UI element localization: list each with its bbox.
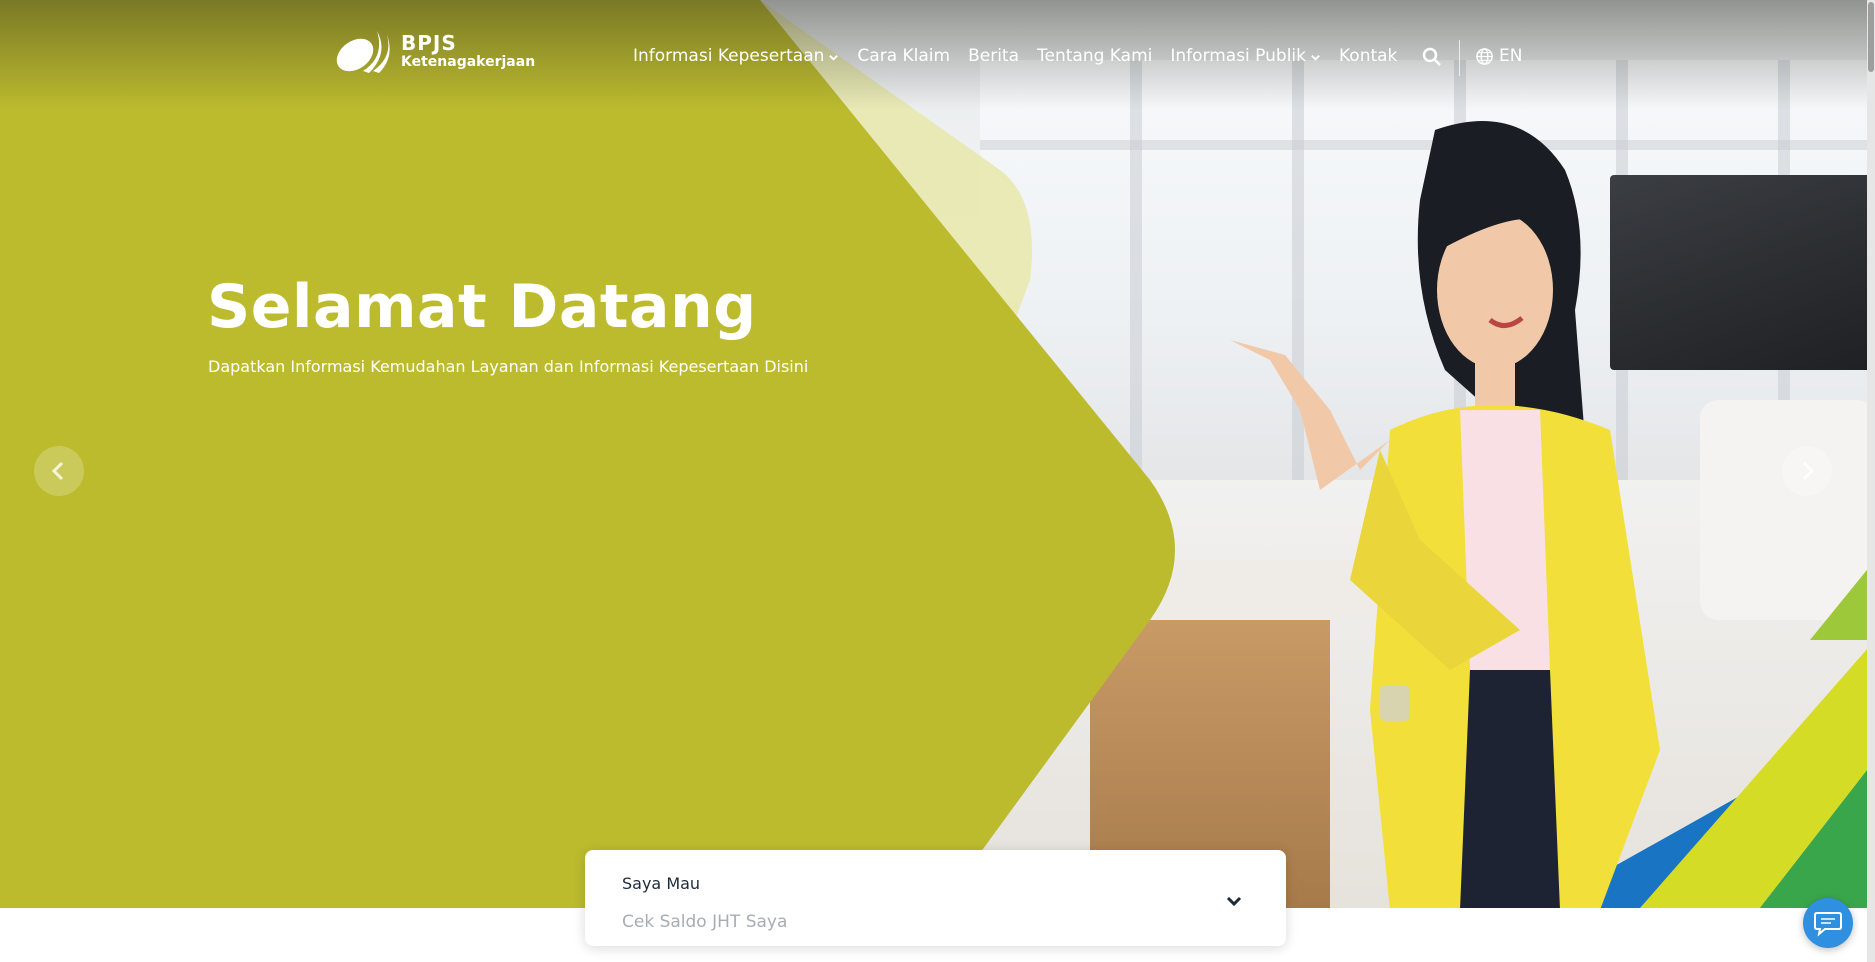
chevron-down-icon [829,55,839,61]
service-selector[interactable]: Saya Mau Cek Saldo JHT Saya [585,850,1286,946]
hero-subtitle: Dapatkan Informasi Kemudahan Layanan dan… [208,357,809,376]
logo-subtitle: Ketenagakerjaan [401,54,536,70]
bpjs-logo-icon [336,31,390,73]
nav-item-informasi-kepesertaan[interactable]: Informasi Kepesertaan [633,46,839,66]
selector-value: Cek Saldo JHT Saya [622,912,788,932]
nav-item-berita[interactable]: Berita [968,46,1019,66]
hero-person-illustration [1230,121,1660,908]
search-icon[interactable] [1421,46,1443,68]
nav-item-kontak[interactable]: Kontak [1339,46,1397,66]
chat-bubble-icon [1814,912,1842,937]
carousel-prev-button[interactable] [34,446,84,496]
page: BPJS Ketenagakerjaan Informasi Kepeserta… [0,0,1875,962]
chevron-down-icon [1226,896,1242,907]
scrollbar-track[interactable] [1867,0,1875,962]
hero-banner [0,0,1875,908]
language-label: EN [1499,46,1523,66]
main-nav: Informasi Kepesertaan Cara Klaim Berita … [633,46,1415,66]
chat-button[interactable] [1803,898,1853,948]
bpjs-logo[interactable]: BPJS Ketenagakerjaan [333,27,535,75]
nav-divider [1459,40,1460,76]
selector-label: Saya Mau [622,874,701,893]
language-switch[interactable]: EN [1475,46,1522,66]
olive-shape [0,0,1175,908]
chevron-left-icon [51,461,64,481]
nav-item-tentang-kami[interactable]: Tentang Kami [1037,46,1152,66]
logo-title: BPJS [401,31,457,55]
chevron-down-icon [1311,55,1320,61]
scrollbar-thumb[interactable] [1868,2,1874,72]
globe-icon [1476,47,1493,65]
nav-item-informasi-publik[interactable]: Informasi Publik [1170,46,1321,66]
nav-item-cara-klaim[interactable]: Cara Klaim [857,46,950,66]
carousel-next-button[interactable] [1782,446,1832,496]
hero-title: Selamat Datang [207,272,757,342]
chevron-right-icon [1802,461,1815,481]
